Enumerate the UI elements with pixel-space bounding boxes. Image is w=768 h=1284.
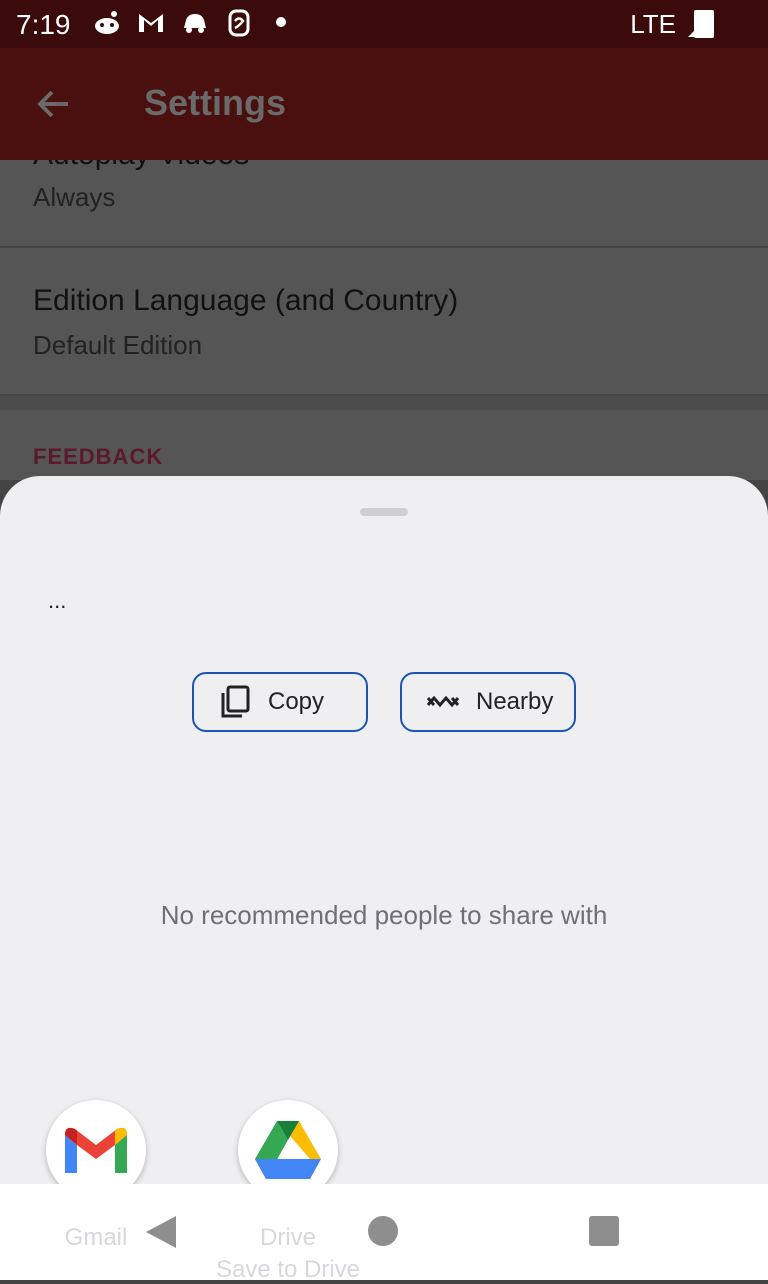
settings-list: Autoplay Videos Always Edition Language … — [0, 160, 768, 480]
dot-icon — [276, 17, 286, 27]
gmail-app-label: Gmail — [64, 1224, 128, 1251]
reddit-icon — [92, 8, 122, 38]
car-icon — [180, 8, 210, 38]
nearby-button[interactable]: Nearby — [400, 672, 576, 732]
share-preview-text: ... — [48, 588, 67, 613]
settings-item-title: Edition Language (and Country) — [33, 284, 459, 317]
section-header-feedback: FEEDBACK — [33, 444, 164, 469]
section-divider — [0, 396, 768, 410]
settings-item-subtitle: Always — [33, 182, 116, 212]
back-arrow-icon[interactable] — [34, 84, 74, 124]
copy-button[interactable]: Copy — [192, 672, 368, 732]
drag-handle[interactable] — [360, 508, 408, 516]
copy-icon — [218, 685, 252, 719]
share-sheet: ... Copy Nearby No recommended people to… — [0, 476, 768, 1280]
network-label: LTE — [630, 9, 676, 39]
settings-item-title: Autoplay Videos — [33, 160, 249, 172]
scribd-icon — [224, 8, 254, 38]
status-time: 7:19 — [16, 9, 71, 40]
app-bar: Settings — [0, 48, 768, 160]
settings-item-edition-language[interactable]: Edition Language (and Country) Default E… — [0, 248, 768, 396]
nearby-icon — [426, 685, 460, 719]
drive-app-label: Drive — [259, 1224, 316, 1251]
battery-icon — [694, 10, 714, 38]
gmail-icon — [136, 8, 166, 38]
no-recommendations-message: No recommended people to share with — [160, 900, 608, 930]
status-bar: 7:19 LTE — [0, 0, 768, 48]
nearby-label: Nearby — [476, 688, 554, 715]
settings-item-subtitle: Default Edition — [33, 330, 203, 360]
copy-label: Copy — [268, 688, 325, 715]
drive-icon — [255, 1121, 321, 1179]
gmail-icon — [65, 1127, 127, 1173]
settings-item-autoplay[interactable]: Autoplay Videos Always — [0, 160, 768, 248]
notification-icons — [92, 8, 254, 38]
page-title: Settings — [144, 82, 287, 123]
nav-recents-icon[interactable] — [589, 1216, 619, 1246]
